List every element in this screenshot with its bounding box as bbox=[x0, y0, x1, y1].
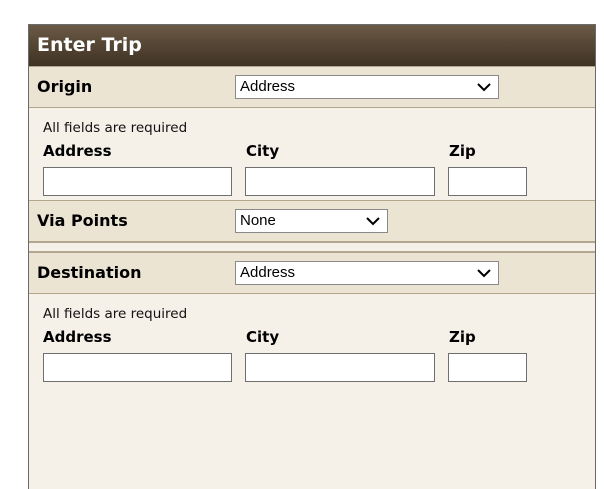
destination-type-value: Address bbox=[240, 264, 296, 281]
origin-fields: All fields are required Address City Zip bbox=[29, 108, 595, 196]
destination-fields: All fields are required Address City Zip bbox=[29, 294, 595, 404]
destination-zip-input[interactable] bbox=[448, 353, 527, 382]
origin-type-value: Address bbox=[240, 78, 296, 95]
destination-city-input[interactable] bbox=[245, 353, 435, 382]
origin-label: Origin bbox=[37, 77, 93, 96]
via-points-label: Via Points bbox=[37, 211, 128, 230]
via-points-value: None bbox=[240, 212, 276, 229]
origin-zip-input[interactable] bbox=[448, 167, 527, 196]
destination-required-note: All fields are required bbox=[43, 306, 188, 322]
origin-required-note: All fields are required bbox=[43, 120, 188, 136]
chevron-down-icon bbox=[477, 269, 491, 278]
origin-city-input[interactable] bbox=[245, 167, 435, 196]
chevron-down-icon bbox=[477, 83, 491, 92]
destination-zip-label: Zip bbox=[449, 328, 476, 346]
destination-address-label: Address bbox=[43, 328, 112, 346]
section-divider bbox=[29, 242, 595, 252]
destination-label: Destination bbox=[37, 263, 142, 282]
panel-title: Enter Trip bbox=[29, 25, 595, 66]
origin-address-label: Address bbox=[43, 142, 112, 160]
chevron-down-icon bbox=[366, 217, 380, 226]
destination-address-input[interactable] bbox=[43, 353, 232, 382]
origin-address-input[interactable] bbox=[43, 167, 232, 196]
origin-type-select[interactable]: Address bbox=[235, 75, 499, 99]
origin-zip-label: Zip bbox=[449, 142, 476, 160]
origin-row: Origin Address bbox=[29, 66, 595, 108]
via-points-row: Via Points None bbox=[29, 200, 595, 242]
enter-trip-panel: Enter Trip Origin Address All fields are… bbox=[28, 24, 596, 489]
destination-row: Destination Address bbox=[29, 252, 595, 294]
via-points-select[interactable]: None bbox=[235, 209, 388, 233]
destination-city-label: City bbox=[246, 328, 280, 346]
destination-type-select[interactable]: Address bbox=[235, 261, 499, 285]
origin-city-label: City bbox=[246, 142, 280, 160]
